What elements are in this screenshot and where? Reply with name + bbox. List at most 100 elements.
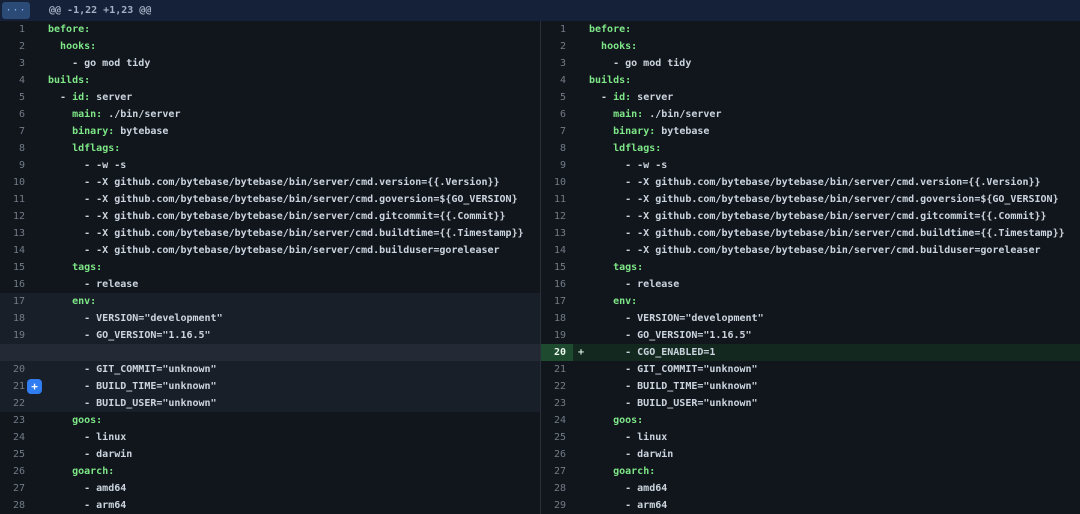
diff-marker — [573, 55, 589, 72]
diff-marker — [573, 38, 589, 55]
line-number[interactable]: 23 — [541, 395, 573, 412]
line-number[interactable]: 16 — [0, 276, 32, 293]
line-number[interactable]: 2 — [0, 38, 32, 55]
code-line: - -X github.com/bytebase/bytebase/bin/se… — [48, 225, 540, 242]
line-number[interactable]: 28 — [541, 480, 573, 497]
line-number[interactable]: 15 — [0, 259, 32, 276]
code-line: - -X github.com/bytebase/bytebase/bin/se… — [589, 174, 1080, 191]
line-number[interactable]: 6 — [541, 106, 573, 123]
line-number[interactable]: 13 — [0, 225, 32, 242]
line-number[interactable]: 9 — [541, 157, 573, 174]
line-number[interactable]: 26 — [0, 463, 32, 480]
diff-marker — [573, 191, 589, 208]
diff-row: 18 - VERSION="development" — [0, 310, 540, 327]
line-number[interactable]: 25 — [541, 429, 573, 446]
code-line: - arm64 — [589, 497, 1080, 514]
code-line: builds: — [48, 72, 540, 89]
line-number[interactable]: 26 — [541, 446, 573, 463]
hunk-header: ··· @@ -1,22 +1,23 @@ — [0, 0, 1080, 21]
diff-marker — [573, 310, 589, 327]
line-number[interactable]: 15 — [541, 259, 573, 276]
diff-marker — [573, 480, 589, 497]
code-line: tags: — [48, 259, 540, 276]
diff-marker — [32, 123, 48, 140]
diff-marker — [32, 463, 48, 480]
line-number[interactable]: 10 — [0, 174, 32, 191]
add-comment-button[interactable]: + — [27, 379, 42, 394]
line-number[interactable]: 18 — [541, 310, 573, 327]
diff-row: 1before: — [0, 21, 540, 38]
diff-marker — [573, 242, 589, 259]
line-number[interactable]: 28 — [0, 497, 32, 514]
line-number[interactable]: 16 — [541, 276, 573, 293]
line-number[interactable]: 5 — [0, 89, 32, 106]
line-number[interactable]: 3 — [541, 55, 573, 72]
line-number[interactable]: 23 — [0, 412, 32, 429]
diff-row: 20+ - CGO_ENABLED=1 — [541, 344, 1080, 361]
line-number[interactable]: 3 — [0, 55, 32, 72]
diff-row: 10 - -X github.com/bytebase/bytebase/bin… — [541, 174, 1080, 191]
line-number[interactable]: 22 — [541, 378, 573, 395]
diff-marker — [32, 429, 48, 446]
line-number[interactable]: 7 — [541, 123, 573, 140]
diff-row: 8 ldflags: — [0, 140, 540, 157]
line-number[interactable]: 13 — [541, 225, 573, 242]
code-line: - -X github.com/bytebase/bytebase/bin/se… — [48, 208, 540, 225]
line-number[interactable]: 19 — [541, 327, 573, 344]
line-number[interactable]: 27 — [0, 480, 32, 497]
code-line: - VERSION="development" — [48, 310, 540, 327]
line-number[interactable]: 17 — [0, 293, 32, 310]
line-number[interactable]: 1 — [541, 21, 573, 38]
line-number[interactable]: 5 — [541, 89, 573, 106]
code-line — [48, 344, 540, 361]
code-line: hooks: — [48, 38, 540, 55]
line-number[interactable]: 4 — [541, 72, 573, 89]
code-line: goarch: — [589, 463, 1080, 480]
line-number[interactable]: 6 — [0, 106, 32, 123]
diff-marker — [573, 412, 589, 429]
line-number[interactable]: 10 — [541, 174, 573, 191]
code-line: - -w -s — [48, 157, 540, 174]
diff-row: 7 binary: bytebase — [541, 123, 1080, 140]
diff-row: 3 - go mod tidy — [0, 55, 540, 72]
diff-marker — [32, 242, 48, 259]
line-number[interactable]: 29 — [541, 497, 573, 514]
line-number[interactable]: 27 — [541, 463, 573, 480]
line-number[interactable]: 14 — [541, 242, 573, 259]
line-number[interactable]: 2 — [541, 38, 573, 55]
line-number[interactable]: 20 — [0, 361, 32, 378]
line-number[interactable]: 4 — [0, 72, 32, 89]
line-number[interactable]: 11 — [0, 191, 32, 208]
diff-marker — [32, 497, 48, 514]
line-number[interactable]: 11 — [541, 191, 573, 208]
line-number[interactable]: 8 — [541, 140, 573, 157]
diff-row: 26 goarch: — [0, 463, 540, 480]
line-number[interactable]: 21 — [541, 361, 573, 378]
line-number[interactable]: 19 — [0, 327, 32, 344]
expand-hunk-button[interactable]: ··· — [2, 2, 30, 19]
line-number[interactable]: 9 — [0, 157, 32, 174]
line-number[interactable]: 7 — [0, 123, 32, 140]
line-number[interactable]: 18 — [0, 310, 32, 327]
line-number[interactable]: 25 — [0, 446, 32, 463]
diff-row: 23 goos: — [0, 412, 540, 429]
line-number[interactable]: 24 — [541, 412, 573, 429]
line-number[interactable]: 12 — [0, 208, 32, 225]
line-number[interactable]: 22 — [0, 395, 32, 412]
code-line: - BUILD_USER="unknown" — [48, 395, 540, 412]
diff-row: 4builds: — [541, 72, 1080, 89]
code-line: - -X github.com/bytebase/bytebase/bin/se… — [48, 242, 540, 259]
line-number[interactable]: 12 — [541, 208, 573, 225]
line-number[interactable]: 8 — [0, 140, 32, 157]
code-line: hooks: — [589, 38, 1080, 55]
code-line: ldflags: — [589, 140, 1080, 157]
line-number[interactable]: 17 — [541, 293, 573, 310]
line-number[interactable]: 1 — [0, 21, 32, 38]
line-number[interactable]: 24 — [0, 429, 32, 446]
line-number[interactable]: 14 — [0, 242, 32, 259]
diff-row: 9 - -w -s — [0, 157, 540, 174]
diff-marker — [573, 276, 589, 293]
diff-marker — [573, 21, 589, 38]
line-number[interactable]: 20 — [541, 344, 573, 361]
diff-marker — [573, 395, 589, 412]
